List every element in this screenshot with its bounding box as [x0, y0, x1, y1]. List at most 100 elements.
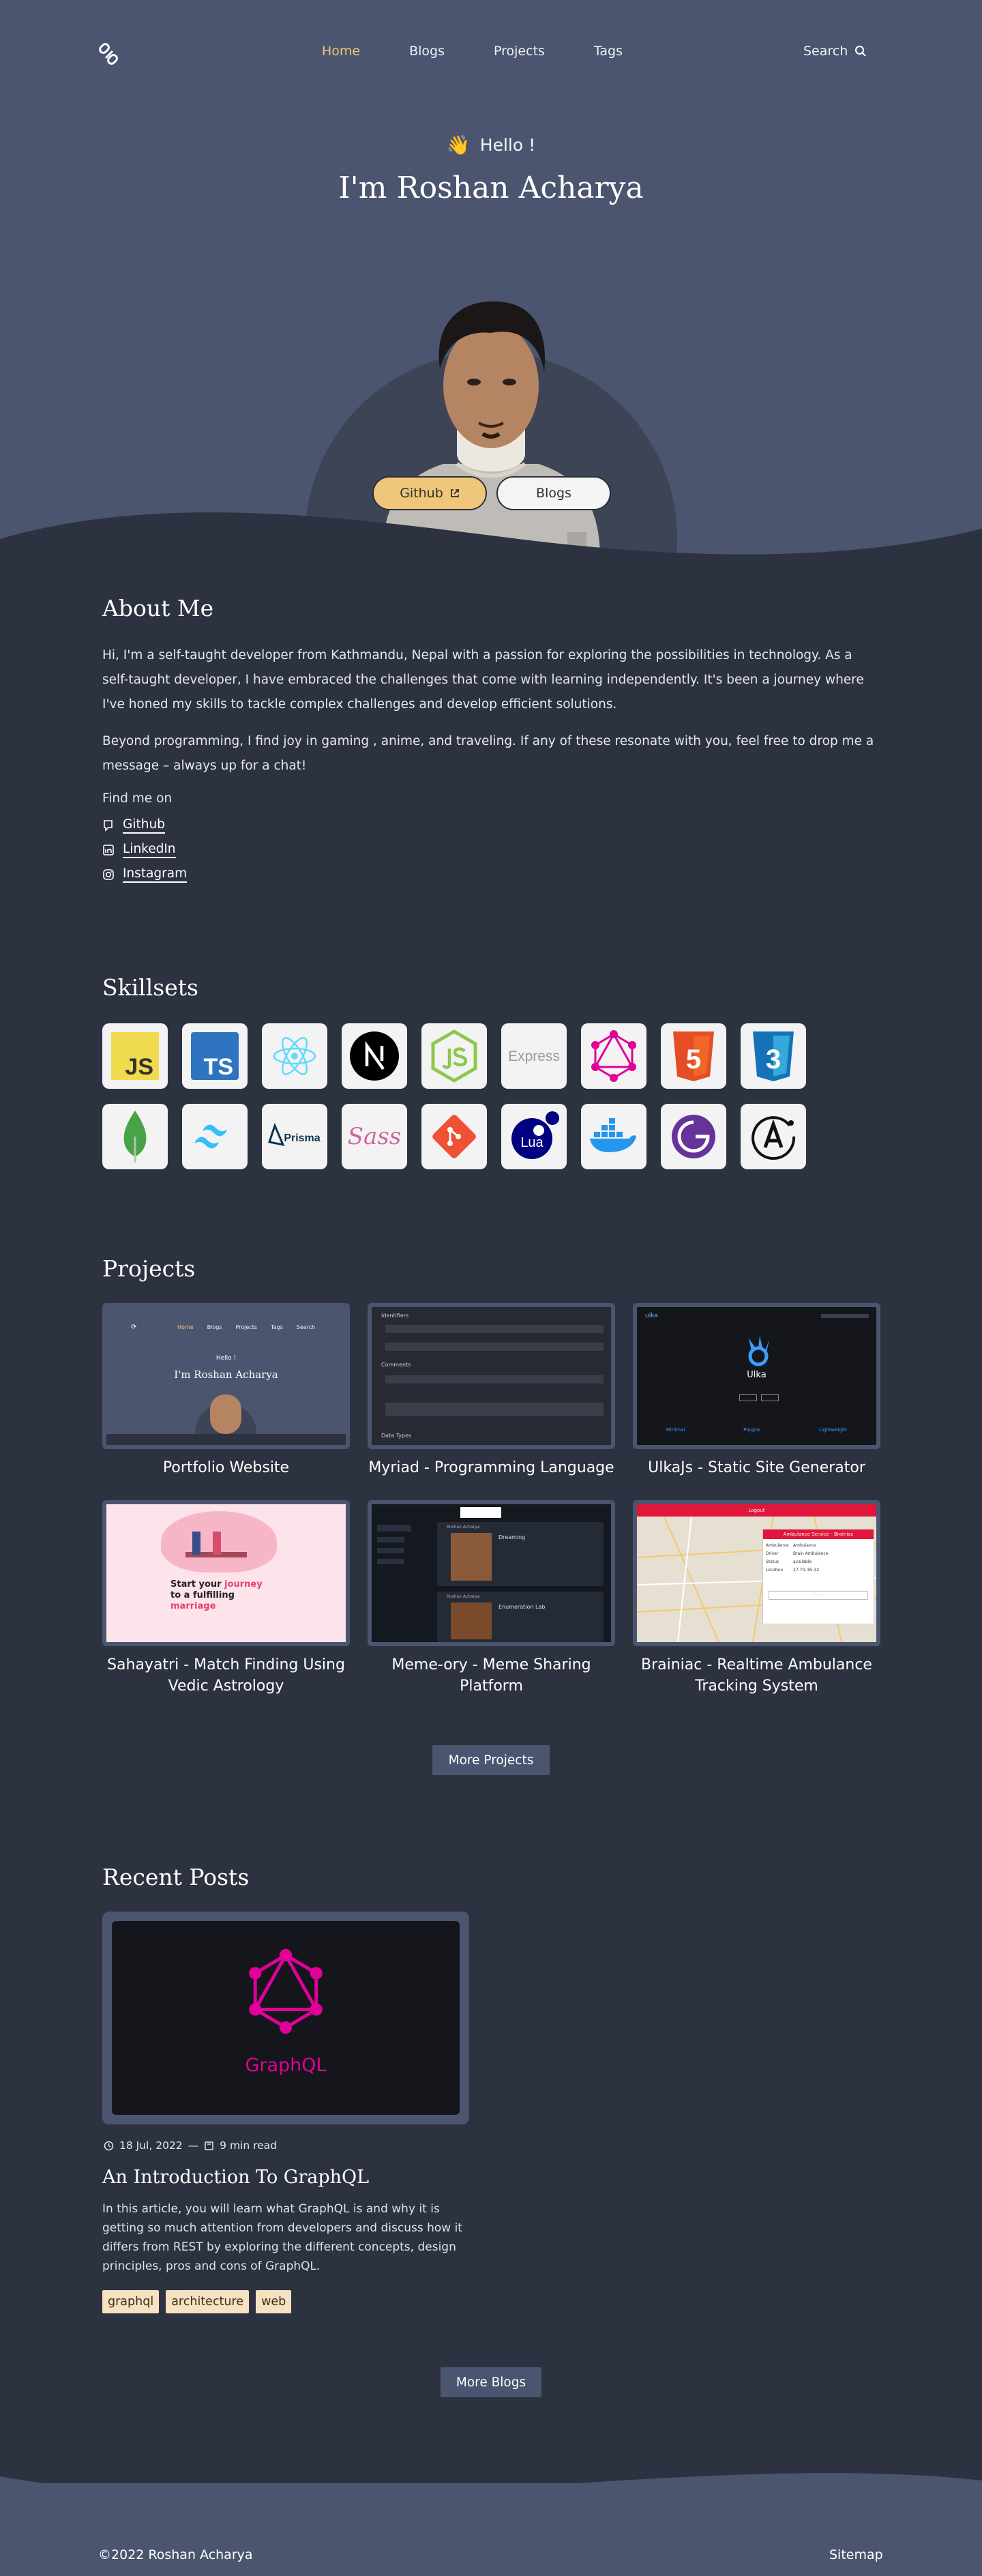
- prisma-icon: Prisma: [262, 1104, 327, 1169]
- social-link-github[interactable]: Github: [102, 813, 187, 838]
- post-cover[interactable]: GraphQL: [102, 1912, 469, 2124]
- instagram-icon: [103, 869, 114, 880]
- ambulance-panel: Ambulance Service - Brainiac Ambulance Am…: [762, 1529, 874, 1624]
- social-label-github: Github: [123, 817, 165, 834]
- top-navbar: Home Blogs Projects Tags Search: [0, 0, 982, 106]
- project-title: Meme-ory - Meme Sharing Platform: [391, 1656, 591, 1695]
- social-link-linkedin[interactable]: LinkedIn: [102, 838, 187, 862]
- graphql-icon: [581, 1023, 646, 1089]
- github-button[interactable]: Github: [372, 476, 487, 510]
- search-button[interactable]: Search: [803, 44, 867, 59]
- blogs-button[interactable]: Blogs: [496, 476, 611, 510]
- project-title: Sahayatri - Match Finding Using Vedic As…: [107, 1656, 345, 1695]
- project-title: Portfolio Website: [162, 1459, 290, 1476]
- sitemap-link[interactable]: Sitemap: [829, 2547, 883, 2562]
- project-title: Myriad - Programming Language: [368, 1459, 614, 1476]
- search-label: Search: [803, 44, 848, 59]
- svg-text:Prisma: Prisma: [284, 1132, 320, 1144]
- project-title: UlkaJs - Static Site Generator: [648, 1459, 865, 1476]
- tag-architecture[interactable]: architecture: [166, 2290, 250, 2313]
- nav-links: Home Blogs Projects Tags: [322, 44, 672, 59]
- about-paragraph-1: Hi, I'm a self-taught developer from Kat…: [102, 648, 864, 712]
- post-date: 18 Jul, 2022: [119, 2139, 183, 2152]
- greeting-text: Hello !: [479, 135, 536, 155]
- tag-web[interactable]: web: [256, 2290, 292, 2313]
- typescript-icon: TS: [182, 1023, 248, 1089]
- search-icon: [855, 46, 866, 57]
- link-logo-icon[interactable]: [97, 42, 121, 67]
- post-excerpt: In this article, you will learn what Gra…: [102, 2202, 462, 2273]
- gatsby-icon: [661, 1104, 726, 1169]
- post-tags: graphql architecture web: [102, 2290, 292, 2313]
- book-icon: [205, 2141, 213, 2150]
- more-projects-button[interactable]: More Projects: [432, 1745, 550, 1775]
- post-title[interactable]: An Introduction To GraphQL: [102, 2167, 369, 2188]
- projects-title: Projects: [102, 1255, 196, 1282]
- social-label-instagram: Instagram: [123, 866, 188, 883]
- footer-wave-divider: [0, 2473, 982, 2508]
- svg-text:Sass: Sass: [348, 1123, 401, 1150]
- post-meta: 18 Jul, 2022 — 9 min read: [104, 2139, 277, 2152]
- github-button-label: Github: [400, 486, 443, 501]
- project-thumbnail: Roshan Acharya Dreaming Roshan Acharya E…: [368, 1500, 615, 1646]
- project-card-brainiac[interactable]: Logout Ambulance Service - Brainiac Ambu…: [633, 1500, 880, 1697]
- html5-icon: 5: [661, 1023, 726, 1089]
- express-icon: Express: [501, 1023, 567, 1089]
- skills-title: Skillsets: [102, 974, 198, 1001]
- social-link-instagram[interactable]: Instagram: [102, 862, 188, 887]
- recent-posts-title: Recent Posts: [102, 1864, 250, 1890]
- about-title: About Me: [102, 595, 214, 621]
- project-card-myriad[interactable]: Identifiers Comments Data Types Myriad -…: [368, 1303, 615, 1478]
- project-card-memeory[interactable]: Roshan Acharya Dreaming Roshan Acharya E…: [368, 1500, 615, 1697]
- docker-icon: [581, 1104, 646, 1169]
- project-card-ulkajs[interactable]: ulka Ulka Minimal Plugins Lightweight Ul…: [633, 1303, 880, 1478]
- clock-icon: [104, 2141, 114, 2150]
- sass-icon: Sass: [342, 1104, 407, 1169]
- cover-label: GraphQL: [245, 2055, 327, 2076]
- project-card-sahayatri[interactable]: Start your journey to a fulfilling marri…: [102, 1500, 350, 1697]
- linkedin-icon: [103, 845, 114, 855]
- projects-grid: ⟳ Home Blogs Projects Tags Search Hello …: [102, 1303, 880, 1697]
- svg-text:5: 5: [686, 1044, 701, 1074]
- svg-text:JS: JS: [125, 1054, 153, 1080]
- tag-graphql[interactable]: graphql: [102, 2290, 160, 2313]
- svg-text:Express: Express: [508, 1049, 560, 1064]
- css3-icon: 3: [741, 1023, 806, 1089]
- nav-link-projects[interactable]: Projects: [494, 44, 545, 59]
- meta-separator: —: [188, 2139, 199, 2152]
- project-card-portfolio[interactable]: ⟳ Home Blogs Projects Tags Search Hello …: [102, 1303, 350, 1478]
- nav-link-blogs[interactable]: Blogs: [409, 44, 445, 59]
- post-read-time: 9 min read: [220, 2139, 278, 2152]
- find-me-label: Find me on: [102, 791, 173, 806]
- project-thumbnail: Logout Ambulance Service - Brainiac Ambu…: [633, 1500, 880, 1646]
- hero-name: I'm Roshan Acharya: [338, 171, 644, 205]
- footer-copyright: ©2022 Roshan Acharya: [98, 2547, 253, 2562]
- svg-text:Lua: Lua: [520, 1135, 544, 1150]
- hero-buttons: Github Blogs: [372, 476, 611, 510]
- mongodb-icon: [102, 1104, 168, 1169]
- meme-image: [451, 1533, 492, 1581]
- project-title: Brainiac - Realtime Ambulance Tracking S…: [641, 1656, 872, 1695]
- external-link-icon: [450, 489, 459, 497]
- svg-text:3: 3: [766, 1044, 781, 1074]
- waving-hand-icon: 👋: [446, 134, 471, 156]
- graphql-logo-icon: [249, 1948, 323, 2034]
- apollo-icon: [741, 1104, 806, 1169]
- tailwindcss-icon: [182, 1104, 248, 1169]
- mini-logo-icon: ⟳: [131, 1323, 137, 1331]
- nav-link-home[interactable]: Home: [322, 44, 360, 59]
- project-thumbnail: Identifiers Comments Data Types: [368, 1303, 615, 1449]
- nav-link-tags[interactable]: Tags: [594, 44, 623, 59]
- react-icon: [262, 1023, 327, 1089]
- project-thumbnail: ulka Ulka Minimal Plugins Lightweight: [633, 1303, 880, 1449]
- mini-face: [210, 1394, 241, 1434]
- more-blogs-button[interactable]: More Blogs: [441, 2367, 541, 2397]
- javascript-icon: JS: [102, 1023, 168, 1089]
- comet-icon: [748, 1336, 769, 1366]
- git-icon: [421, 1104, 487, 1169]
- skills-grid: JS TS Express 5 3 Prisma Sass Lua: [102, 1023, 806, 1169]
- about-paragraph-2: Beyond programming, I find joy in gaming…: [102, 734, 874, 773]
- project-thumbnail: Start your journey to a fulfilling marri…: [102, 1500, 350, 1646]
- mini-nav: Home Blogs Projects Tags Search: [177, 1324, 316, 1330]
- github-icon: [104, 820, 113, 832]
